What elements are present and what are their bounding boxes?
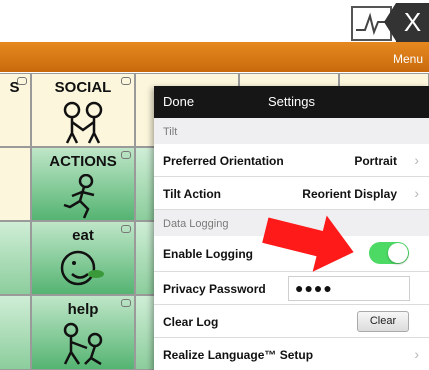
privacy-password-input[interactable]: ●●●● (288, 276, 410, 301)
vocab-cell-eat[interactable]: eat (31, 221, 135, 295)
row-value: Portrait (354, 154, 397, 168)
clear-button[interactable]: Clear (357, 311, 409, 332)
vocab-cell-social[interactable]: SOCIAL (31, 73, 135, 147)
top-toolbar: X (0, 0, 429, 42)
clear-log-row: Clear Log Clear (154, 305, 429, 338)
vocab-cell-blank[interactable] (0, 147, 31, 221)
vocab-cell-blank[interactable] (0, 221, 31, 295)
eating-face-icon (60, 250, 104, 286)
vocab-cell-blank[interactable] (0, 295, 31, 370)
enable-logging-toggle[interactable] (369, 242, 409, 264)
toggle-knob (388, 243, 408, 263)
speech-bubble-icon (121, 299, 131, 307)
vocab-cell-label: ACTIONS (49, 153, 117, 170)
row-label: Preferred Orientation (163, 154, 284, 168)
speech-bubble-icon (17, 77, 27, 85)
vocab-cell-partial[interactable]: S (0, 73, 31, 147)
row-label: Clear Log (163, 315, 219, 329)
settings-header: Done Settings (154, 86, 429, 118)
speech-bubble-icon (121, 77, 131, 85)
menu-button[interactable]: Menu (393, 52, 423, 66)
vocab-cell-help[interactable]: help (31, 295, 135, 370)
section-header-tilt: Tilt (154, 118, 429, 144)
row-label: Tilt Action (163, 187, 221, 201)
vocab-cell-label: eat (72, 227, 94, 244)
vocab-cell-label: help (67, 301, 99, 318)
realize-language-row[interactable]: Realize Language™ Setup › (154, 338, 429, 370)
preferred-orientation-row[interactable]: Preferred Orientation Portrait › (154, 144, 429, 177)
folder-link-icon (121, 225, 131, 233)
row-label: Privacy Password (163, 282, 266, 296)
tilt-action-row[interactable]: Tilt Action Reorient Display › (154, 177, 429, 210)
chevron-right-icon: › (414, 185, 419, 201)
vocab-cell-label: SOCIAL (54, 79, 112, 96)
vocab-cell-actions[interactable]: ACTIONS (31, 147, 135, 221)
social-figures-icon (63, 101, 103, 144)
red-arrow-annotation (262, 215, 354, 272)
app-toolbar (0, 42, 429, 72)
running-figure-icon (63, 174, 95, 219)
privacy-password-row: Privacy Password ●●●● (154, 272, 429, 305)
speech-bubble-icon (121, 151, 131, 159)
chevron-right-icon: › (414, 152, 419, 168)
chevron-right-icon: › (414, 346, 419, 362)
row-label: Realize Language™ Setup (163, 348, 314, 362)
row-label: Enable Logging (163, 247, 253, 261)
close-glyph: X (403, 7, 422, 37)
settings-title: Settings (268, 94, 315, 109)
close-icon[interactable]: X (384, 3, 429, 42)
row-value: Reorient Display (302, 187, 397, 201)
helping-figures-icon (63, 322, 103, 366)
